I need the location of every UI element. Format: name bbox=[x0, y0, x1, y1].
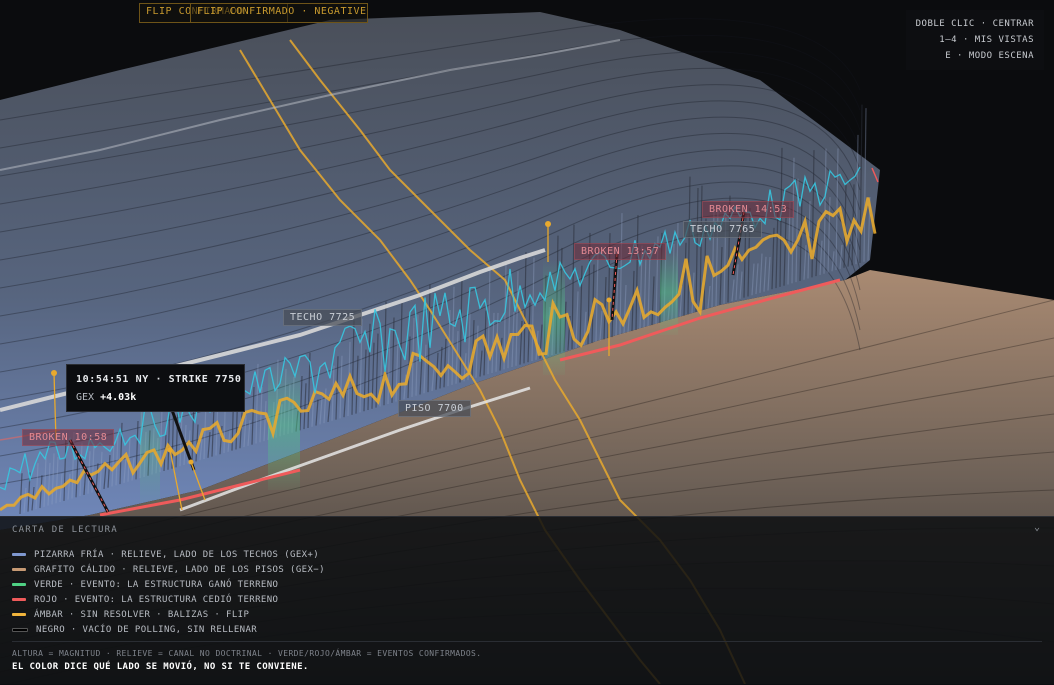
legend-item-text: VERDE · EVENTO: LA ESTRUCTURA GANÓ TERRE… bbox=[34, 579, 279, 590]
keyboard-hint-box: DOBLE CLIC · CENTRAR 1–4 · MIS VISTAS E … bbox=[905, 10, 1044, 70]
legend-item-text: ROJO · EVENTO: LA ESTRUCTURA CEDIÓ TERRE… bbox=[34, 594, 279, 605]
broken-label[interactable]: BROKEN 14:53 bbox=[702, 201, 795, 218]
legend-item: PIZARRA FRÍA · RELIEVE, LADO DE LOS TECH… bbox=[12, 547, 325, 562]
swatch-green-icon bbox=[12, 583, 26, 586]
legend-item: NEGRO · VACÍO DE POLLING, SIN RELLENAR bbox=[12, 622, 325, 637]
legend-item-text: PIZARRA FRÍA · RELIEVE, LADO DE LOS TECH… bbox=[34, 549, 320, 560]
broken-label[interactable]: BROKEN 10:58 bbox=[22, 429, 115, 446]
swatch-amber-icon bbox=[12, 613, 26, 616]
legend-item: ROJO · EVENTO: LA ESTRUCTURA CEDIÓ TERRE… bbox=[12, 592, 325, 607]
chevron-down-icon[interactable]: ⌄ bbox=[1034, 522, 1040, 533]
tooltip-gex: GEX +4.03k bbox=[76, 392, 136, 403]
legend-tagline: EL COLOR DICE QUÉ LADO SE MOVIÓ, NO SI T… bbox=[12, 662, 309, 672]
hint-center: DOBLE CLIC · CENTRAR bbox=[915, 19, 1034, 29]
swatch-red-icon bbox=[12, 598, 26, 601]
tooltip-gex-value: +4.03k bbox=[100, 392, 137, 403]
legend-divider bbox=[12, 641, 1042, 642]
techo-label[interactable]: TECHO 7725 bbox=[283, 309, 363, 326]
flip-confirmed-negative-label[interactable]: FLIP CONFIRMADO · NEGATIVE bbox=[190, 3, 368, 23]
tooltip-gex-label: GEX bbox=[76, 392, 95, 403]
legend-footnote: ALTURA = MAGNITUD · RELIEVE = CANAL NO D… bbox=[12, 649, 482, 658]
hint-views: 1–4 · MIS VISTAS bbox=[939, 35, 1034, 45]
legend-panel: CARTA DE LECTURA ⌄ PIZARRA FRÍA · RELIEV… bbox=[0, 516, 1054, 685]
tooltip-time-strike: 10:54:51 NY · STRIKE 7750 bbox=[76, 374, 242, 385]
legend-item: GRAFITO CÁLIDO · RELIEVE, LADO DE LOS PI… bbox=[12, 562, 325, 577]
flip-confirmed-negative-text: FLIP CONFIRMADO · NEGATIVE bbox=[197, 6, 367, 17]
legend-item-text: ÁMBAR · SIN RESOLVER · BALIZAS · FLIP bbox=[34, 609, 250, 620]
green-event-band bbox=[660, 250, 678, 335]
swatch-cold-icon bbox=[12, 553, 26, 556]
legend-title: CARTA DE LECTURA bbox=[12, 525, 118, 535]
hint-scene-mode: E · MODO ESCENA bbox=[945, 51, 1034, 61]
swatch-black-icon bbox=[12, 627, 28, 632]
legend-item: VERDE · EVENTO: LA ESTRUCTURA GANÓ TERRE… bbox=[12, 577, 325, 592]
piso-label[interactable]: PISO 7700 bbox=[398, 400, 471, 417]
legend-list: PIZARRA FRÍA · RELIEVE, LADO DE LOS TECH… bbox=[12, 547, 325, 637]
legend-item-text: NEGRO · VACÍO DE POLLING, SIN RELLENAR bbox=[36, 624, 258, 635]
legend-item: ÁMBAR · SIN RESOLVER · BALIZAS · FLIP bbox=[12, 607, 325, 622]
hover-tooltip: 10:54:51 NY · STRIKE 7750 GEX +4.03k bbox=[66, 364, 245, 412]
swatch-warm-icon bbox=[12, 568, 26, 571]
broken-label[interactable]: BROKEN 13:57 bbox=[574, 243, 667, 260]
techo-label[interactable]: TECHO 7765 bbox=[683, 221, 763, 238]
legend-item-text: GRAFITO CÁLIDO · RELIEVE, LADO DE LOS PI… bbox=[34, 564, 325, 575]
